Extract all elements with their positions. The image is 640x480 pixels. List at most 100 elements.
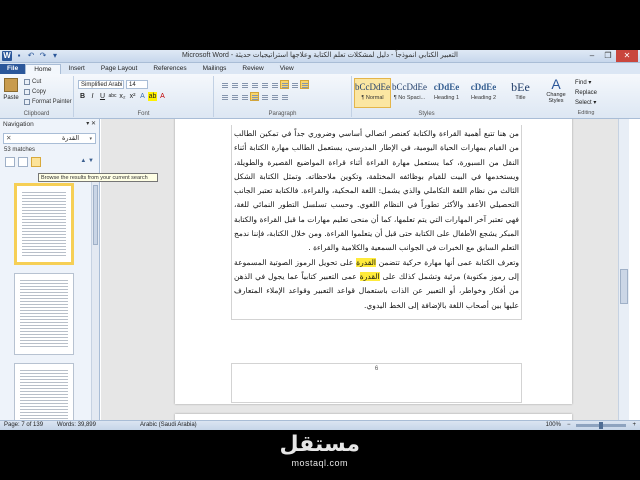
bold-button[interactable]: B: [78, 92, 87, 101]
copy-button[interactable]: Copy: [24, 89, 46, 95]
multilevel-list-icon[interactable]: [240, 80, 249, 89]
browse-headings-tab[interactable]: [5, 157, 15, 167]
language-indicator[interactable]: Arabic (Saudi Arabia): [140, 421, 197, 430]
align-left-icon[interactable]: [220, 92, 229, 101]
paragraph-1[interactable]: من هنا تتبع أهمية القراءة والكتابة كعنصر…: [234, 127, 519, 256]
style-heading-2[interactable]: cDdEe Heading 2: [465, 78, 502, 108]
maximize-button[interactable]: ❐: [600, 50, 616, 62]
tab-file[interactable]: File: [0, 64, 26, 74]
zoom-level[interactable]: 100%: [546, 421, 561, 430]
rtl-direction-icon[interactable]: [280, 80, 289, 89]
subscript-button[interactable]: x₂: [118, 92, 127, 101]
clipboard-group: Paste Cut Copy Format Painter Clipboard: [0, 76, 74, 117]
paragraph-buttons-row1: [220, 80, 309, 89]
strikethrough-button[interactable]: abc: [108, 92, 117, 101]
sort-icon[interactable]: [290, 80, 299, 89]
tab-home[interactable]: Home: [25, 64, 61, 74]
next-result-button[interactable]: ▼: [88, 158, 94, 164]
style-title[interactable]: bEe Title: [502, 78, 539, 108]
decrease-indent-icon[interactable]: [250, 80, 259, 89]
font-size-select[interactable]: 14: [126, 80, 148, 89]
navigation-scroll-handle[interactable]: [93, 185, 98, 245]
zoom-in-button[interactable]: +: [632, 421, 636, 430]
ltr-direction-icon[interactable]: [270, 80, 279, 89]
title-bar: W ▪ ↶ ↷ ▾ التعبير الكتابي انموذجاً - دلي…: [0, 50, 640, 63]
navigation-view-tabs: ▲ ▼: [0, 156, 99, 168]
superscript-button[interactable]: x²: [128, 92, 137, 101]
line-spacing-icon[interactable]: [260, 92, 269, 101]
document-text[interactable]: من هنا تتبع أهمية القراءة والكتابة كعنصر…: [231, 125, 522, 320]
ribbon: Paste Cut Copy Format Painter Clipboard …: [0, 74, 640, 119]
watermark-arabic: مستقل: [279, 432, 360, 457]
clear-search-icon[interactable]: ✕: [6, 134, 11, 144]
italic-button[interactable]: I: [88, 92, 97, 101]
tab-insert[interactable]: Insert: [61, 64, 93, 74]
find-button[interactable]: Find ▾: [575, 78, 597, 88]
browse-results-tooltip: Browse the results from your current sea…: [38, 173, 158, 182]
search-options-icon[interactable]: ▾: [89, 134, 92, 144]
align-right-icon[interactable]: [240, 92, 249, 101]
tab-references[interactable]: References: [145, 64, 194, 74]
close-button[interactable]: ✕: [616, 50, 638, 62]
align-center-icon[interactable]: [230, 92, 239, 101]
page-count[interactable]: Page: 7 of 139: [4, 421, 43, 430]
ribbon-tabs: File Home Insert Page Layout References …: [0, 63, 640, 74]
shading-icon[interactable]: [270, 92, 279, 101]
show-marks-icon[interactable]: [300, 80, 309, 89]
browse-results-tab[interactable]: [31, 157, 41, 167]
editing-group-label: Editing: [577, 110, 595, 116]
justify-icon[interactable]: [250, 92, 259, 101]
navigation-pane-controls[interactable]: ▾ ✕: [86, 119, 96, 130]
navigation-search-value[interactable]: القدرة: [62, 135, 79, 142]
navigation-scrollbar[interactable]: [91, 175, 99, 420]
bullets-icon[interactable]: [220, 80, 229, 89]
paragraph-2[interactable]: وتعرف الكتابة عمى أنها مهارة حركية تتضمن…: [234, 256, 519, 313]
status-bar: Page: 7 of 139 Words: 39,899 Arabic (Sau…: [0, 420, 640, 430]
page-thumbnail-selected[interactable]: [14, 183, 74, 265]
previous-result-button[interactable]: ▲: [80, 158, 86, 164]
font-format-buttons: B I U abc x₂ x² A ab A: [78, 92, 167, 101]
text-effects-button[interactable]: A: [138, 92, 147, 101]
search-highlight: القدرة: [356, 257, 377, 267]
select-button[interactable]: Select ▾: [575, 98, 597, 108]
paste-button[interactable]: Paste: [3, 78, 19, 101]
change-styles-button[interactable]: A Change Styles: [542, 76, 570, 104]
tab-view[interactable]: View: [272, 64, 302, 74]
navigation-title: Navigation: [3, 121, 34, 128]
tab-page-layout[interactable]: Page Layout: [93, 64, 146, 74]
increase-indent-icon[interactable]: [260, 80, 269, 89]
result-navigation-arrows: ▲ ▼: [80, 158, 94, 164]
vertical-scrollbar[interactable]: [618, 119, 629, 420]
style-normal-name: ¶ Normal: [361, 95, 384, 101]
style-heading-1[interactable]: cDdEe Heading 1: [428, 78, 465, 108]
style-no-spacing[interactable]: bCcDdEe ¶ No Spaci...: [391, 78, 428, 108]
style-normal[interactable]: bCcDdEe ¶ Normal: [354, 78, 391, 108]
highlight-color-button[interactable]: ab: [148, 92, 157, 101]
style-title-sample: bEe: [511, 80, 530, 94]
tab-mailings[interactable]: Mailings: [195, 64, 235, 74]
browse-pages-tab[interactable]: [18, 157, 28, 167]
page-thumbnail[interactable]: [14, 273, 74, 355]
navigation-pane: Navigation ▾ ✕ ✕ القدرة ▾ 53 matches ▲ ▼…: [0, 119, 100, 433]
scissors-icon: [24, 79, 30, 85]
document-area: من هنا تتبع أهمية القراءة والكتابة كعنصر…: [101, 119, 629, 420]
font-name-select[interactable]: Simplified Arabi: [78, 80, 124, 89]
zoom-slider[interactable]: [576, 422, 627, 429]
page-footer-box: 6: [231, 363, 522, 403]
navigation-search-box[interactable]: ✕ القدرة ▾: [3, 133, 96, 144]
word-count[interactable]: Words: 39,899: [57, 421, 96, 430]
font-color-button[interactable]: A: [158, 92, 167, 101]
zoom-out-button[interactable]: −: [567, 421, 571, 430]
search-highlight: القدرة: [359, 271, 380, 281]
format-painter-button[interactable]: Format Painter: [24, 99, 72, 105]
numbering-icon[interactable]: [230, 80, 239, 89]
cut-button[interactable]: Cut: [24, 79, 41, 85]
minimize-button[interactable]: –: [584, 50, 600, 62]
vertical-scroll-handle[interactable]: [620, 269, 628, 304]
borders-icon[interactable]: [280, 92, 289, 101]
replace-button[interactable]: Replace: [575, 88, 597, 98]
underline-button[interactable]: U: [98, 92, 107, 101]
zoom-slider-knob[interactable]: [599, 422, 604, 429]
tab-review[interactable]: Review: [234, 64, 271, 74]
editing-group: Find ▾ Replace Select ▾ Editing: [575, 78, 597, 118]
